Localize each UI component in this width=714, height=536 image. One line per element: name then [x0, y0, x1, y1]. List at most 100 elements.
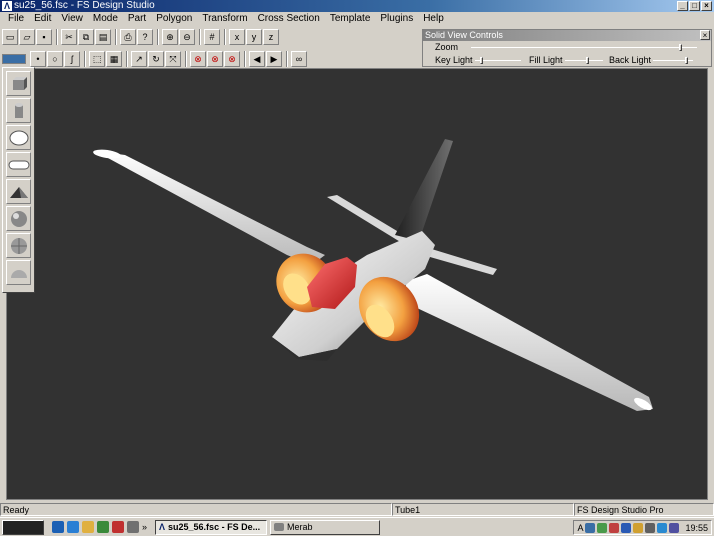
update-icon[interactable]	[633, 522, 644, 533]
zoom-out-icon[interactable]: ⊖	[179, 29, 195, 45]
print-icon[interactable]: ⎙	[120, 29, 136, 45]
menu-help[interactable]: Help	[418, 12, 449, 26]
paste-icon[interactable]: ▤	[95, 29, 111, 45]
point-icon[interactable]: •	[30, 51, 46, 67]
folder-icon[interactable]	[82, 521, 94, 533]
svc-close-button[interactable]: ×	[700, 30, 710, 40]
outlook-icon[interactable]	[67, 521, 79, 533]
toolbar-separator	[244, 51, 246, 67]
zoom-slider[interactable]	[471, 44, 697, 51]
window-title: su25_56.fsc - FS Design Studio	[14, 0, 155, 11]
back-light-slider[interactable]	[653, 57, 693, 64]
minimize-button[interactable]: _	[677, 1, 688, 11]
stamp-icon[interactable]: ▦	[106, 51, 122, 67]
menu-cross-section[interactable]: Cross Section	[253, 12, 325, 26]
task-fsds[interactable]: Λ su25_56.fsc - FS De...	[155, 519, 268, 535]
disk-icon[interactable]	[6, 125, 31, 150]
app-icon[interactable]: Λ	[2, 1, 12, 11]
maximize-button[interactable]: □	[689, 1, 700, 11]
arrow-icon[interactable]: ↗	[131, 51, 147, 67]
quicklaunch-chevron[interactable]: »	[142, 522, 147, 532]
task-merab-label: Merab	[287, 521, 313, 532]
geosphere-icon[interactable]	[6, 233, 31, 258]
fill-light-slider[interactable]	[565, 57, 603, 64]
key-light-label: Key Light	[435, 55, 473, 65]
axis-z-icon[interactable]: z	[263, 29, 279, 45]
menu-view[interactable]: View	[56, 12, 88, 26]
pyramid-icon[interactable]	[6, 179, 31, 204]
toolbar-separator	[185, 51, 187, 67]
scale-icon[interactable]: ⤧	[165, 51, 181, 67]
prev-icon[interactable]: ◀	[249, 51, 265, 67]
capsule-icon[interactable]	[6, 152, 31, 177]
menu-template[interactable]: Template	[325, 12, 376, 26]
menu-mode[interactable]: Mode	[88, 12, 123, 26]
delete-2-icon[interactable]: ⊗	[207, 51, 223, 67]
task-fsds-label: su25_56.fsc - FS De...	[168, 521, 261, 532]
circle-icon[interactable]: ○	[47, 51, 63, 67]
menu-edit[interactable]: Edit	[29, 12, 56, 26]
menu-plugins[interactable]: Plugins	[375, 12, 418, 26]
toolbar-separator	[126, 51, 128, 67]
menu-polygon[interactable]: Polygon	[151, 12, 197, 26]
vertical-fin	[395, 139, 453, 241]
rotate-icon[interactable]: ↻	[148, 51, 164, 67]
back-light-label: Back Light	[609, 55, 652, 65]
sphere-icon[interactable]	[6, 206, 31, 231]
menu-bar: File Edit View Mode Part Polygon Transfo…	[0, 12, 714, 26]
desktop-icon[interactable]	[97, 521, 109, 533]
toolbar-separator	[84, 51, 86, 67]
cylinder-icon[interactable]	[6, 98, 31, 123]
cube-icon[interactable]	[6, 71, 31, 96]
fsds-task-icon: Λ	[159, 521, 166, 532]
status-part: Tube1	[392, 503, 574, 516]
cut-icon[interactable]: ✂	[61, 29, 77, 45]
chart-icon[interactable]	[127, 521, 139, 533]
media-icon[interactable]	[112, 521, 124, 533]
antivirus-icon[interactable]	[609, 522, 620, 533]
display-icon[interactable]	[669, 522, 680, 533]
close-button[interactable]: ×	[701, 1, 712, 11]
help-icon[interactable]: ?	[137, 29, 153, 45]
start-button[interactable]	[2, 519, 44, 535]
network-icon[interactable]	[585, 522, 596, 533]
binoculars-icon[interactable]: ∞	[291, 51, 307, 67]
ie-icon[interactable]	[52, 521, 64, 533]
app-root: Λ su25_56.fsc - FS Design Studio _ □ × F…	[0, 0, 714, 536]
3d-viewport[interactable]	[6, 68, 708, 500]
ime-indicator[interactable]: A	[577, 523, 583, 533]
delete-1-icon[interactable]: ⊗	[190, 51, 206, 67]
taskbar: » Λ su25_56.fsc - FS De... Merab A 19:55	[0, 517, 714, 536]
messenger-icon[interactable]	[657, 522, 668, 533]
menu-transform[interactable]: Transform	[197, 12, 252, 26]
next-icon[interactable]: ▶	[266, 51, 282, 67]
save-icon[interactable]: ▪	[36, 29, 52, 45]
shield-icon[interactable]	[621, 522, 632, 533]
fill-light-knob[interactable]	[586, 57, 589, 64]
svc-title-bar[interactable]: Solid View Controls ×	[423, 30, 711, 41]
delete-3-icon[interactable]: ⊗	[224, 51, 240, 67]
open-icon[interactable]: ▱	[19, 29, 35, 45]
key-light-knob[interactable]	[480, 57, 483, 64]
printer-icon[interactable]	[645, 522, 656, 533]
new-icon[interactable]: ▭	[2, 29, 18, 45]
color-selector[interactable]	[2, 54, 26, 64]
menu-part[interactable]: Part	[123, 12, 151, 26]
axis-y-icon[interactable]: y	[246, 29, 262, 45]
volume-icon[interactable]	[597, 522, 608, 533]
copy-icon[interactable]: ⧉	[78, 29, 94, 45]
box-select-icon[interactable]: ⬚	[89, 51, 105, 67]
zoom-slider-knob[interactable]	[679, 44, 682, 51]
hemisphere-icon[interactable]	[6, 260, 31, 285]
toolbar-edit: • ○ ʃ ⬚ ▦ ↗ ↻ ⤧ ⊗ ⊗ ⊗ ◀ ▶ ∞	[0, 49, 420, 69]
back-light-knob[interactable]	[685, 57, 688, 64]
task-merab[interactable]: Merab	[270, 519, 381, 535]
toolbar-separator	[199, 29, 201, 45]
axis-x-icon[interactable]: x	[229, 29, 245, 45]
zoom-in-icon[interactable]: ⊕	[162, 29, 178, 45]
curve-icon[interactable]: ʃ	[64, 51, 80, 67]
key-light-slider[interactable]	[475, 57, 521, 64]
grid-icon[interactable]: #	[204, 29, 220, 45]
menu-file[interactable]: File	[3, 12, 29, 26]
title-bar[interactable]: Λ su25_56.fsc - FS Design Studio _ □ ×	[0, 0, 714, 12]
